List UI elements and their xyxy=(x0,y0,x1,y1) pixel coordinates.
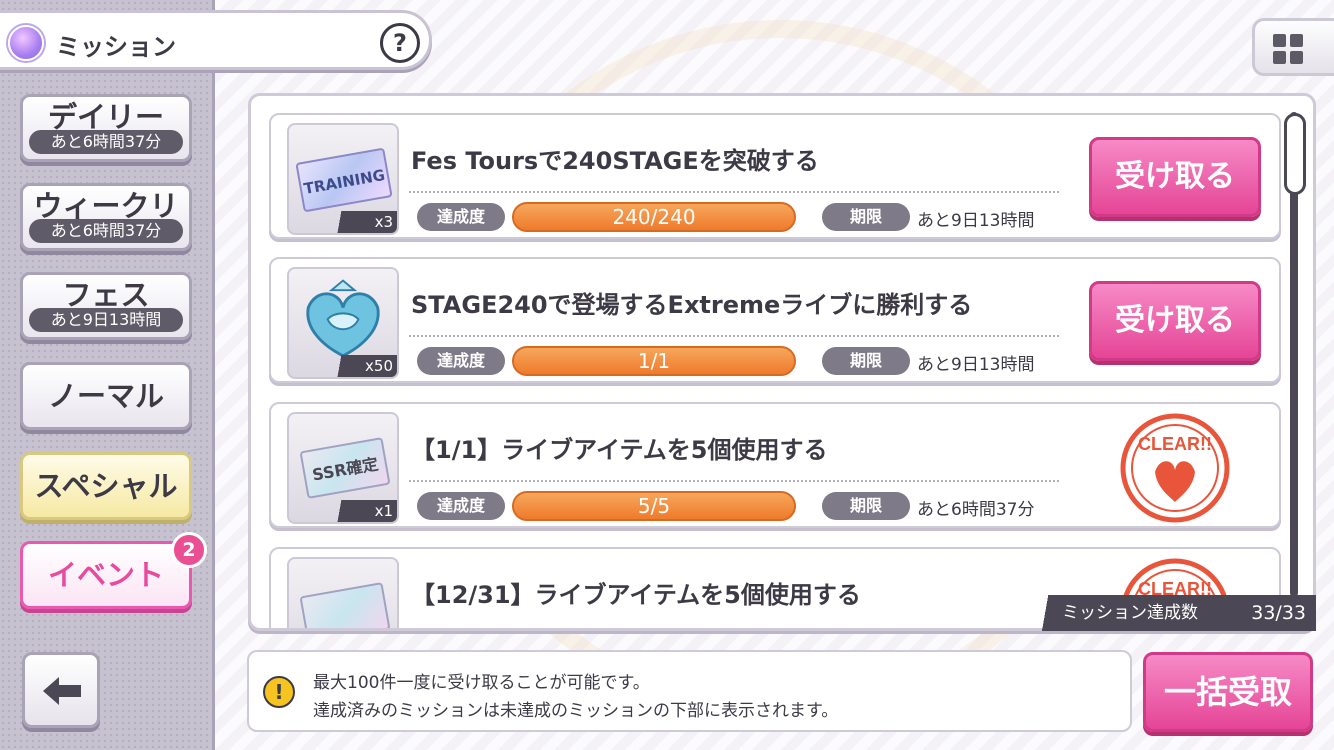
scrollbar-thumb[interactable] xyxy=(1284,113,1306,195)
mission-card: TRAINING x3 Fes Toursで240STAGEを突破する 達成度 … xyxy=(269,113,1281,239)
info-box: ! 最大100件一度に受け取ることが可能です。 達成済みのミッションは未達成のミ… xyxy=(247,650,1132,732)
deadline-value: あと9日13時間 xyxy=(917,211,1035,231)
mission-list[interactable]: TRAINING x3 Fes Toursで240STAGEを突破する 達成度 … xyxy=(248,93,1316,631)
counter-value: 33/33 xyxy=(1251,602,1306,624)
deadline-label: 期限 xyxy=(822,203,910,231)
reward-thumbnail: x50 xyxy=(287,267,399,379)
warning-icon: ! xyxy=(263,676,295,708)
clear-stamp-icon: CLEAR!! xyxy=(1120,413,1230,523)
reward-quantity: x1 xyxy=(317,500,397,522)
mission-card: SSR確定 x1 【1/1】ライブアイテムを5個使用する 達成度 5/5 期限 … xyxy=(269,402,1281,528)
deadline-value: あと9日13時間 xyxy=(917,355,1035,375)
tab-special[interactable]: スペシャル xyxy=(20,452,192,520)
tab-timer: あと9日13時間 xyxy=(29,308,183,332)
tab-label: イベント xyxy=(47,558,164,592)
notification-badge: 2 xyxy=(171,532,207,568)
help-button[interactable]: ? xyxy=(380,23,420,63)
divider xyxy=(409,480,1059,482)
mission-title: STAGE240で登場するExtremeライブに勝利する xyxy=(411,291,973,319)
page-title: ミッション xyxy=(56,33,176,61)
claim-button[interactable]: 受け取る xyxy=(1089,281,1261,361)
back-button[interactable] xyxy=(22,652,100,728)
tab-timer: あと6時間37分 xyxy=(29,219,183,243)
divider xyxy=(409,191,1059,193)
reward-thumbnail xyxy=(287,557,399,628)
divider xyxy=(409,335,1059,337)
progress-label: 達成度 xyxy=(417,203,505,231)
deadline-label: 期限 xyxy=(822,347,910,375)
mission-title: 【1/1】ライブアイテムを5個使用する xyxy=(411,436,828,464)
mission-icon xyxy=(8,25,44,61)
ssr-ticket-icon: SSR確定 xyxy=(299,437,391,499)
grid-icon xyxy=(1290,34,1303,47)
grid-icon xyxy=(1273,34,1286,47)
grid-menu-button[interactable] xyxy=(1252,18,1334,76)
progress-label: 達成度 xyxy=(417,492,505,520)
bulk-claim-button[interactable]: 一括受取 xyxy=(1143,652,1313,732)
reward-thumbnail: SSR確定 x1 xyxy=(287,412,399,524)
tab-weekly[interactable]: ウィークリー あと6時間37分 xyxy=(20,183,192,254)
info-line-1: 最大100件一度に受け取ることが可能です。 xyxy=(313,673,650,693)
tab-fes[interactable]: フェス あと9日13時間 xyxy=(20,272,192,340)
counter-label: ミッション達成数 xyxy=(1062,603,1198,623)
tab-label: フェス xyxy=(62,278,150,312)
claim-button[interactable]: 受け取る xyxy=(1089,137,1261,217)
deadline-value: あと6時間37分 xyxy=(917,500,1035,520)
reward-quantity: x50 xyxy=(317,355,397,377)
tab-normal[interactable]: ノーマル xyxy=(20,362,192,430)
reward-quantity: x3 xyxy=(317,211,397,233)
tab-daily[interactable]: デイリー あと6時間37分 xyxy=(20,94,192,162)
header-bar: ミッション ? xyxy=(0,10,432,70)
back-arrow-icon xyxy=(43,677,81,705)
mission-counter: ミッション達成数 33/33 xyxy=(1030,595,1316,631)
progress-bar: 240/240 xyxy=(512,202,796,232)
mission-title: 【12/31】ライブアイテムを5個使用する xyxy=(411,581,861,609)
ssr-ticket-icon xyxy=(299,582,391,628)
tab-label: スペシャル xyxy=(34,469,178,503)
info-line-2: 達成済みのミッションは未達成のミッションの下部に表示されます。 xyxy=(313,701,839,721)
grid-icon xyxy=(1273,51,1286,64)
clear-stamp-text: CLEAR!! xyxy=(1138,434,1212,454)
tab-label: デイリー xyxy=(47,100,164,134)
mission-card: x50 STAGE240で登場するExtremeライブに勝利する 達成度 1/1… xyxy=(269,257,1281,383)
mission-title: Fes Toursで240STAGEを突破する xyxy=(411,147,819,175)
progress-bar: 1/1 xyxy=(512,346,796,376)
tab-event[interactable]: イベント 2 xyxy=(20,532,207,609)
tab-label: ノーマル xyxy=(47,379,164,413)
tab-timer: あと6時間37分 xyxy=(29,130,183,154)
training-ticket-icon: TRAINING xyxy=(295,147,393,213)
grid-icon xyxy=(1290,51,1303,64)
progress-bar: 5/5 xyxy=(512,491,796,521)
reward-thumbnail: TRAINING x3 xyxy=(287,123,399,235)
deadline-label: 期限 xyxy=(822,492,910,520)
progress-label: 達成度 xyxy=(417,347,505,375)
